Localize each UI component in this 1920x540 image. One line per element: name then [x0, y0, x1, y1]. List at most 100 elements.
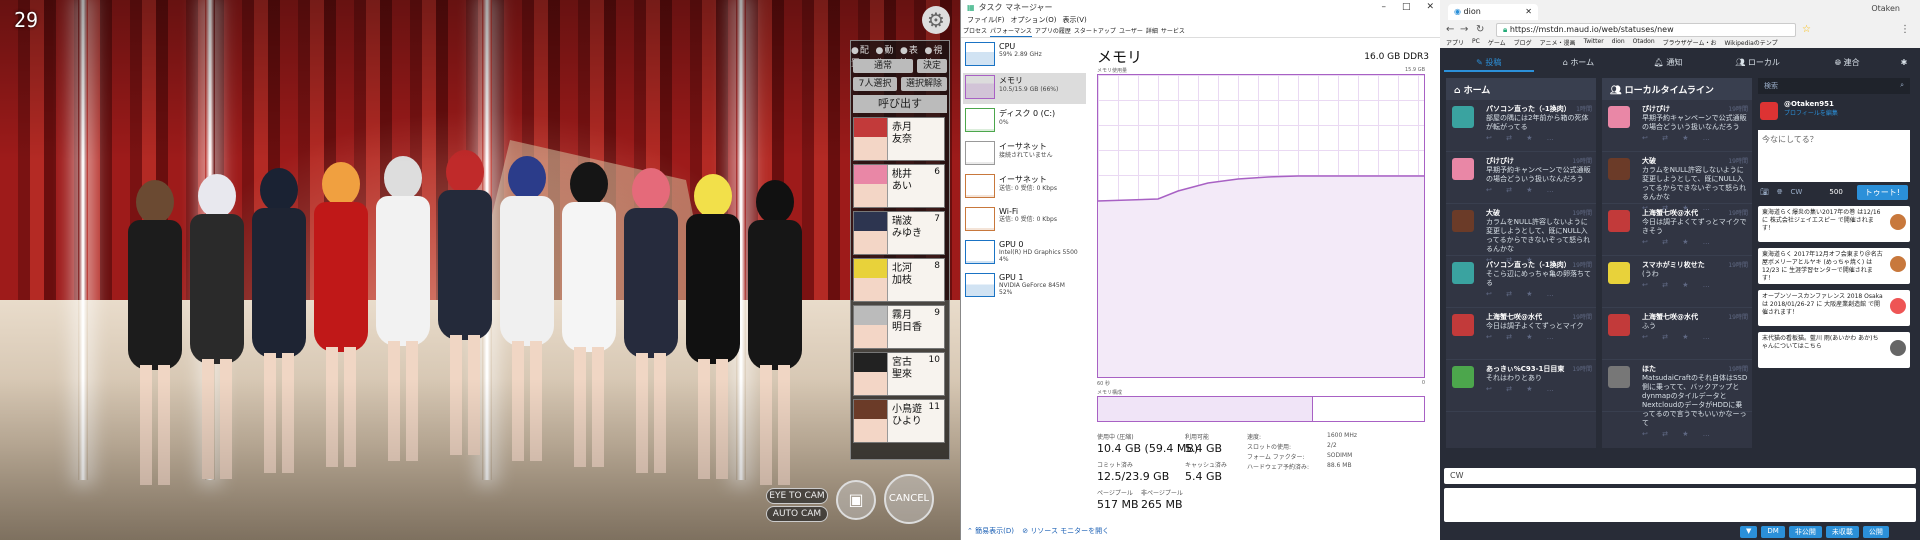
camera-icon[interactable]: 📷︎: [1760, 188, 1769, 196]
avatar[interactable]: [1608, 314, 1630, 336]
visibility-button[interactable]: 公開: [1862, 526, 1889, 538]
nav-notifications[interactable]: 🔔︎ 通知: [1623, 54, 1713, 72]
bookmark-item[interactable]: アニメ・漫画: [1540, 38, 1576, 48]
bookmark-item[interactable]: アプリ: [1446, 38, 1464, 48]
avatar[interactable]: [1452, 106, 1474, 128]
status-item[interactable]: あっきぃ%C93-1日目東 19時間 それはわりとあり ↩ ⇄ ★ …: [1446, 360, 1596, 412]
visibility-button[interactable]: ▼: [1740, 526, 1758, 538]
visibility-button[interactable]: 未収載: [1825, 526, 1859, 538]
status-item[interactable]: 上海蟹七咲@水代 19時間 ふう ↩ ⇄ ★ …: [1602, 308, 1752, 360]
status-item[interactable]: パソコン直った（-1換肉） 1時間 部屋の隅には2年前から箱の死体が転がってる …: [1446, 100, 1596, 152]
more-icon[interactable]: …: [1547, 134, 1560, 142]
address-bar[interactable]: 🔒︎ https://mstdn.maud.io/web/statuses/ne…: [1496, 23, 1796, 37]
avatar[interactable]: [1608, 158, 1630, 180]
call-button[interactable]: 呼び出す: [853, 95, 947, 113]
bookmark-item[interactable]: ブラウザゲーム・お: [1663, 38, 1717, 48]
character-card[interactable]: 瑞波 みゆき 7: [853, 211, 945, 255]
globe-icon[interactable]: 🌐︎: [1777, 188, 1783, 197]
close-icon[interactable]: ✕: [1426, 2, 1434, 12]
tab-performance[interactable]: パフォーマンス: [990, 26, 1032, 37]
character-card[interactable]: 北河 加枝 8: [853, 258, 945, 302]
camera-icon[interactable]: ▣: [836, 480, 876, 520]
tab-users[interactable]: ユーザー: [1119, 26, 1143, 37]
browser-tab[interactable]: ◉ dion ✕: [1448, 4, 1538, 20]
boost-icon[interactable]: ⇄: [1662, 430, 1674, 438]
bookmark-item[interactable]: PC: [1472, 38, 1480, 48]
reply-icon[interactable]: ↩: [1486, 290, 1498, 298]
forward-icon[interactable]: →: [1460, 24, 1468, 35]
perf-item[interactable]: イーサネット 送信: 0 受信: 0 Kbps: [963, 172, 1086, 203]
reply-icon[interactable]: ↩: [1642, 430, 1654, 438]
notice-card[interactable]: 末代猫の看板猫。藍川 雨(あいかわ あか)ちゃんについてはこちら: [1758, 332, 1910, 368]
reply-icon[interactable]: ↩: [1486, 186, 1498, 194]
bookmark-item[interactable]: ゲーム: [1488, 38, 1506, 48]
avatar[interactable]: [1452, 314, 1474, 336]
cw-input[interactable]: CW: [1444, 468, 1916, 484]
status-time[interactable]: 19時間: [1728, 312, 1748, 321]
avatar[interactable]: [1760, 102, 1778, 120]
boost-icon[interactable]: ⇄: [1662, 333, 1674, 341]
status-item[interactable]: 上海蟹七咲@水代 19時間 今日は調子よくてずっとマイクできそう ↩ ⇄ ★ …: [1602, 204, 1752, 256]
avatar[interactable]: [1452, 210, 1474, 232]
reply-icon[interactable]: ↩: [1486, 385, 1498, 393]
menu-options[interactable]: オプション(O): [1011, 15, 1057, 25]
status-item[interactable]: パソコン直った（-1換肉） 19時間 そこら辺にめっちゃ亀の卵落ちてる ↩ ⇄ …: [1446, 256, 1596, 308]
status-item[interactable]: ぴけぴけ 19時間 早期予約キャンペーンで公式通販の場合どういう扱いなんだろう …: [1602, 100, 1752, 152]
avatar[interactable]: [1608, 262, 1630, 284]
edit-profile-link[interactable]: プロフィールを編集: [1784, 108, 1910, 117]
eye-to-cam-button[interactable]: EYE TO CAM: [766, 488, 828, 504]
boost-icon[interactable]: ⇄: [1506, 186, 1518, 194]
character-card[interactable]: 赤月 友奈: [853, 117, 945, 161]
nav-local[interactable]: 👥︎ ローカル: [1713, 54, 1803, 72]
minimize-icon[interactable]: –: [1381, 2, 1386, 12]
perf-item[interactable]: メモリ 10.5/15.9 GB (66%): [963, 73, 1086, 104]
settings-icon[interactable]: ✱: [1892, 54, 1916, 72]
status-item[interactable]: ぴけぴけ 19時間 早期予約キャンペーンで公式通販の場合どういう扱いなんだろう …: [1446, 152, 1596, 204]
favourite-icon[interactable]: ★: [1526, 333, 1538, 341]
avatar[interactable]: [1452, 158, 1474, 180]
status-time[interactable]: 19時間: [1728, 364, 1748, 373]
tab-app-history[interactable]: アプリの履歴: [1035, 26, 1071, 37]
more-icon[interactable]: …: [1547, 333, 1560, 341]
more-icon[interactable]: …: [1703, 238, 1716, 246]
bookmark-item[interactable]: ブログ: [1514, 38, 1532, 48]
notice-card[interactable]: 東海道らく爆炎の集い2017年の巻 は12/16に 株式会社ジェイエスピー で開…: [1758, 206, 1910, 242]
bottom-compose-textarea[interactable]: [1444, 488, 1916, 522]
normal-button[interactable]: 通常: [853, 59, 913, 73]
gear-icon[interactable]: ⚙: [922, 6, 950, 34]
reload-icon[interactable]: ↻: [1476, 24, 1484, 35]
more-icon[interactable]: …: [1547, 186, 1560, 194]
notice-card[interactable]: オープンソースカンファレンス 2018 Osaka は 2018/01/26-2…: [1758, 290, 1910, 326]
favourite-icon[interactable]: ★: [1526, 134, 1538, 142]
nav-home[interactable]: ⌂ ホーム: [1534, 54, 1624, 72]
favourite-icon[interactable]: ★: [1526, 385, 1538, 393]
reply-icon[interactable]: ↩: [1642, 333, 1654, 341]
favourite-icon[interactable]: ★: [1682, 333, 1694, 341]
status-time[interactable]: 19時間: [1572, 156, 1592, 165]
tab-services[interactable]: サービス: [1161, 26, 1185, 37]
favourite-icon[interactable]: ★: [1526, 290, 1538, 298]
select7-button[interactable]: 7人選択: [853, 77, 897, 91]
reply-icon[interactable]: ↩: [1642, 134, 1654, 142]
bookmark-item[interactable]: dion: [1612, 38, 1625, 48]
reply-icon[interactable]: ↩: [1642, 238, 1654, 246]
menu-file[interactable]: ファイル(F): [967, 15, 1005, 25]
character-card[interactable]: 霧月 明日香 9: [853, 305, 945, 349]
cw-toggle[interactable]: CW: [1791, 188, 1803, 196]
nav-compose[interactable]: ✎ 投稿: [1444, 54, 1534, 72]
perf-item[interactable]: GPU 0 Intel(R) HD Graphics 5500 4%: [963, 238, 1086, 269]
status-time[interactable]: 1時間: [1576, 104, 1592, 113]
deselect-button[interactable]: 選択解除: [901, 77, 947, 91]
profile-name[interactable]: Otaken: [1871, 4, 1900, 13]
more-icon[interactable]: …: [1703, 333, 1716, 341]
more-icon[interactable]: …: [1547, 290, 1560, 298]
favourite-icon[interactable]: ★: [1682, 134, 1694, 142]
status-item[interactable]: 大破 19時間 カラムをNULL許容しないように変更しようとして、既にNULL入…: [1446, 204, 1596, 264]
game-window[interactable]: 29 ⚙ 配置 動作 表情 視線 通常 決定 7人選択 選択解除 呼び出す 赤月…: [0, 0, 960, 540]
close-tab-icon[interactable]: ✕: [1525, 7, 1532, 16]
toot-button[interactable]: トゥート!: [1856, 184, 1908, 200]
avatar[interactable]: [1608, 106, 1630, 128]
favourite-icon[interactable]: ★: [1526, 186, 1538, 194]
cancel-button[interactable]: CANCEL: [884, 474, 934, 524]
more-icon[interactable]: …: [1703, 281, 1716, 289]
